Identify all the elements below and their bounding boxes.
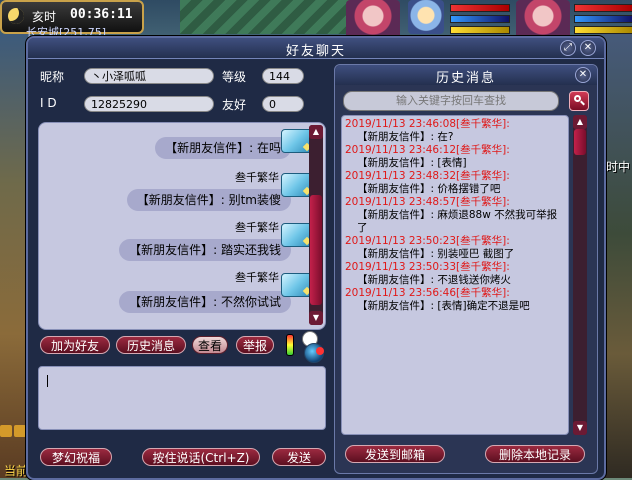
add-friend-button[interactable]: 加为好友	[40, 336, 110, 354]
history-close-icon[interactable]: ✕	[575, 67, 591, 83]
history-title-bar: 历史消息 ✕	[335, 65, 597, 86]
history-button[interactable]: 历史消息	[116, 336, 186, 354]
history-timestamp: 2019/11/13 23:48:32[叁千繁华]:	[345, 170, 510, 182]
chat-message: 【新朋友信件】: 在吗	[155, 137, 291, 159]
color-gauge-icon[interactable]	[286, 334, 294, 356]
moon-icon	[8, 8, 24, 24]
character-status-bars	[574, 4, 632, 37]
voice-button[interactable]: 按住说话(Ctrl+Z)	[142, 448, 260, 466]
friendship-label: 友好	[222, 98, 247, 112]
scroll-up-icon[interactable]: ▲	[309, 125, 323, 139]
history-title: 历史消息	[435, 71, 496, 86]
chat-log[interactable]: 【新朋友信件】: 在吗 叁千繁华 【新朋友信件】: 别tm装傻 叁千繁华 【新朋…	[38, 122, 326, 330]
scroll-down-icon[interactable]: ▼	[309, 311, 323, 325]
send-button[interactable]: 发送	[272, 448, 326, 466]
side-label: 时中	[605, 160, 630, 174]
dialog-title-bar[interactable]: 好友聊天 ⤢ ✕	[28, 38, 604, 59]
clock-text: 00:36:11	[70, 7, 133, 22]
history-timestamp: 2019/11/13 23:48:57[叁千繁华]:	[345, 196, 510, 208]
friend-chat-dialog: 好友聊天 ⤢ ✕ 昵称 丶小泽呱呱 等级 144 I D 12825290 友好…	[26, 36, 606, 480]
search-icon[interactable]	[569, 91, 589, 111]
bless-button[interactable]: 梦幻祝福	[40, 448, 112, 466]
history-message: 【新朋友信件】: 不退钱送你烤火	[357, 274, 511, 286]
chat-scrollbar[interactable]: ▲ ▼	[309, 125, 323, 325]
chat-sender: 叁千繁华	[235, 221, 279, 234]
delete-local-record-button[interactable]: 删除本地记录	[485, 445, 585, 463]
character-avatar[interactable]	[516, 0, 570, 40]
level-label: 等级	[222, 70, 247, 84]
nickname-label: 昵称	[40, 70, 65, 84]
message-input[interactable]	[38, 366, 326, 430]
close-icon[interactable]: ✕	[580, 40, 596, 56]
history-timestamp: 2019/11/13 23:56:46[叁千繁华]:	[345, 287, 510, 299]
id-label: I D	[40, 96, 57, 110]
friendship-field: 0	[262, 96, 304, 112]
history-search-input[interactable]: 输入关键字按回车查找	[343, 91, 559, 111]
history-panel: 历史消息 ✕ 输入关键字按回车查找 2019/11/13 23:46:08[叁千…	[334, 64, 598, 474]
view-button[interactable]: 查看	[192, 336, 228, 354]
pet-avatar[interactable]	[408, 0, 444, 34]
resize-icon[interactable]: ⤢	[560, 40, 576, 56]
history-timestamp: 2019/11/13 23:50:23[叁千繁华]:	[345, 235, 510, 247]
player-avatar[interactable]	[346, 0, 400, 40]
bottom-label: 当前	[4, 464, 29, 478]
pet-status-bars	[450, 4, 510, 37]
nickname-field: 丶小泽呱呱	[84, 68, 214, 84]
dialog-title: 好友聊天	[285, 44, 346, 59]
text-caret	[47, 375, 48, 387]
level-field: 144	[262, 68, 304, 84]
id-field: 12825290	[84, 96, 214, 112]
history-message: 【新朋友信件】: 在?	[357, 131, 454, 143]
scroll-thumb[interactable]	[310, 195, 322, 305]
history-scrollbar[interactable]: ▲ ▼	[573, 115, 587, 435]
chat-message: 【新朋友信件】: 别tm装傻	[126, 189, 291, 211]
scroll-thumb[interactable]	[574, 129, 586, 155]
time-period-label: 亥时	[32, 10, 57, 24]
history-timestamp: 2019/11/13 23:50:33[叁千繁华]:	[345, 261, 510, 273]
scroll-down-icon[interactable]: ▼	[573, 421, 587, 435]
chat-sender: 叁千繁华	[235, 271, 279, 284]
history-message: 【新朋友信件】: [表情]	[357, 157, 467, 169]
emoji-bunny-icon[interactable]	[298, 331, 326, 363]
history-message: 【新朋友信件】: 价格摆错了吧	[357, 183, 501, 195]
history-log[interactable]: 2019/11/13 23:46:08[叁千繁华]: 【新朋友信件】: 在? 2…	[341, 115, 569, 435]
history-timestamp: 2019/11/13 23:46:08[叁千繁华]:	[345, 118, 510, 130]
history-message: 【新朋友信件】: 别装哑巴 截图了	[357, 248, 515, 260]
chat-message: 【新朋友信件】: 不然你试试	[119, 291, 291, 313]
history-timestamp: 2019/11/13 23:46:12[叁千繁华]:	[345, 144, 510, 156]
history-message: 【新朋友信件】: [表情]确定不退是吧	[357, 300, 530, 312]
send-to-mail-button[interactable]: 发送到邮箱	[345, 445, 445, 463]
scroll-up-icon[interactable]: ▲	[573, 115, 587, 129]
report-button[interactable]: 举报	[236, 336, 274, 354]
chat-message: 【新朋友信件】: 踏实还我钱	[119, 239, 291, 261]
chat-sender: 叁千繁华	[235, 171, 279, 184]
quick-icons[interactable]	[0, 425, 28, 443]
history-message: 【新朋友信件】: 麻烦退88w 不然我可举报了	[357, 209, 558, 234]
